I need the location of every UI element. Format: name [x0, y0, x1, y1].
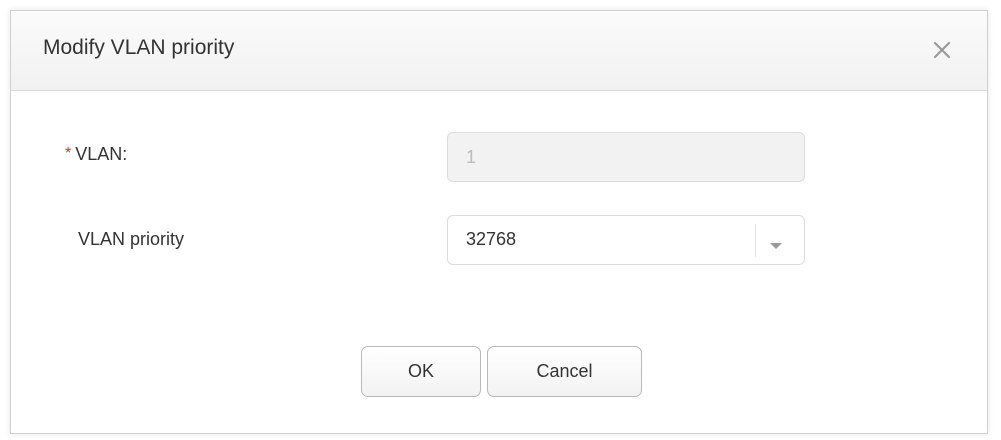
- close-icon: [927, 35, 957, 65]
- dialog-title: Modify VLAN priority: [43, 36, 235, 59]
- required-marker: *: [65, 145, 72, 162]
- modify-vlan-priority-dialog: Modify VLAN priority *VLAN: VLAN priorit…: [10, 10, 988, 434]
- dialog-header: Modify VLAN priority: [11, 11, 987, 91]
- vlan-label: VLAN:: [75, 144, 128, 164]
- vlan-label-row: * VLAN:: [65, 144, 127, 165]
- vlan-priority-value: 32768: [466, 229, 517, 249]
- ok-button[interactable]: OK: [361, 346, 481, 397]
- close-button[interactable]: [927, 35, 957, 65]
- vlan-input[interactable]: [447, 132, 805, 182]
- vlan-priority-select[interactable]: 32768: [447, 215, 805, 265]
- caret-down-icon[interactable]: [769, 237, 783, 249]
- vlan-priority-label: VLAN priority: [78, 229, 185, 249]
- cancel-button[interactable]: Cancel: [487, 346, 642, 397]
- select-divider: [755, 224, 756, 257]
